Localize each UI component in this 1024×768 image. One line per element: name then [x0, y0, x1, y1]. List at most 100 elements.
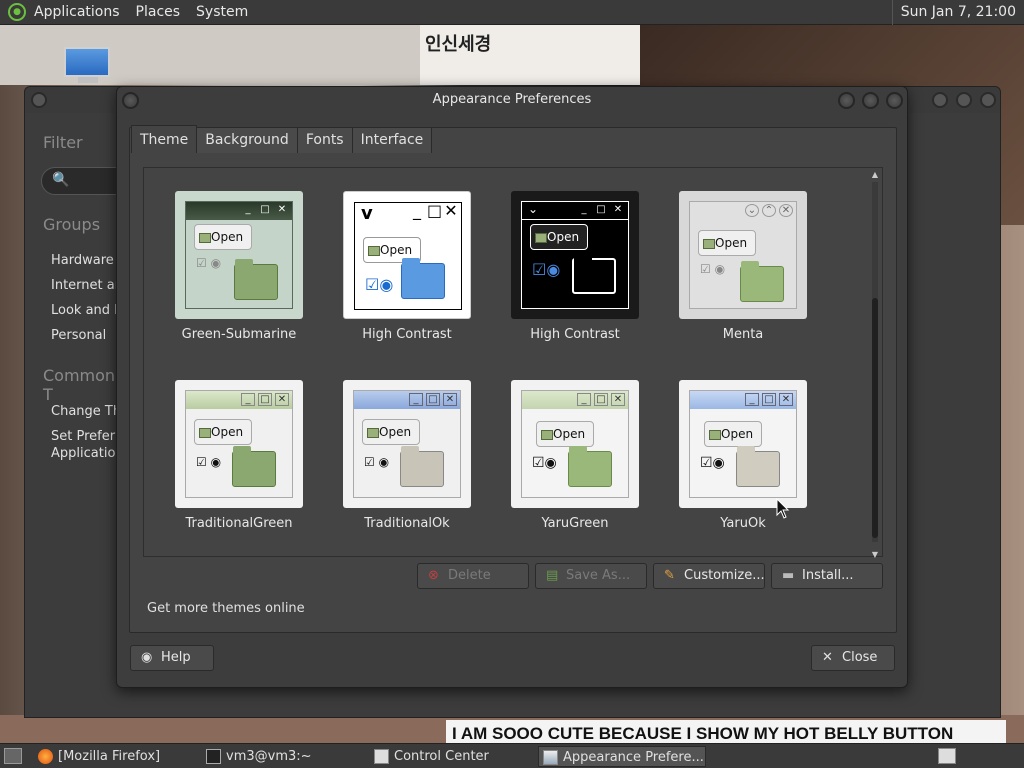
customize-icon: ✎ — [664, 568, 675, 583]
window-menu-button[interactable] — [31, 92, 47, 108]
scroll-down-arrow-icon[interactable]: ▼ — [870, 550, 880, 560]
taskbar-item-control-center[interactable]: Control Center — [370, 746, 534, 767]
theme-list[interactable]: _ □ ✕ Open ☑ ◉ Green-Submarine v _ □ ✕ Open … — [143, 167, 883, 559]
filter-search-input[interactable]: 🔍 — [41, 167, 121, 195]
tab-interface[interactable]: Interface — [351, 127, 433, 153]
taskbar-item-label: Control Center — [394, 749, 489, 764]
save-as-button[interactable]: ▤ Save As... — [535, 563, 647, 589]
dialog-title: Appearance Preferences — [432, 92, 592, 107]
filter-heading: Filter — [43, 133, 83, 152]
theme-item-high-contrast[interactable]: v _ □ ✕ Open ☑◉ High Contrast — [343, 191, 471, 342]
folder-icon — [572, 254, 616, 294]
theme-item-menta[interactable]: ⌄ ⌃ ✕ Open ☑ ◉ Menta — [679, 191, 807, 342]
groups-heading: Groups — [43, 215, 101, 234]
wallpaper-sign-text: I AM SOOO CUTE BECAUSE I SHOW MY HOT BEL… — [446, 720, 1006, 743]
theme-name: YaruGreen — [541, 516, 609, 531]
panel-clock[interactable]: Sun Jan 7, 21:00 — [891, 0, 1024, 25]
help-button[interactable]: ◉ Help — [130, 645, 214, 671]
common-tasks-heading: Common T — [43, 366, 116, 404]
customize-button[interactable]: ✎ Customize... — [653, 563, 765, 589]
folder-icon — [232, 446, 276, 487]
save-as-label: Save As... — [566, 568, 631, 583]
group-personal[interactable]: Personal — [51, 328, 106, 343]
taskbar-item-label: Appearance Prefere... — [563, 750, 704, 765]
dialog-titlebar[interactable]: Appearance Preferences — [117, 87, 907, 115]
wallpaper-korean-text: 인신세경 — [425, 34, 492, 55]
mate-logo-icon[interactable]: ● — [8, 3, 26, 21]
theme-item-yaru-green[interactable]: _ □ ✕ Open ☑◉ YaruGreen — [511, 380, 639, 531]
delete-icon: ⊗ — [428, 568, 439, 583]
scroll-up-arrow-icon[interactable]: ▲ — [870, 170, 880, 180]
taskbar-item-label: vm3@vm3:~ — [226, 749, 312, 764]
close-button[interactable]: ✕ Close — [811, 645, 895, 671]
firefox-icon — [38, 749, 53, 764]
customize-label: Customize... — [684, 568, 765, 583]
terminal-icon — [206, 749, 221, 764]
close-window-button[interactable] — [886, 92, 903, 109]
folder-icon — [740, 261, 784, 302]
preview-open-button: Open — [698, 230, 756, 256]
preview-open-button: Open — [536, 421, 594, 447]
menu-system[interactable]: System — [196, 4, 248, 20]
preview-open-button: Open — [704, 421, 762, 447]
workspace-switcher[interactable] — [938, 748, 956, 764]
folder-icon — [568, 446, 612, 487]
help-icon: ◉ — [141, 650, 153, 665]
tab-theme[interactable]: Theme — [131, 125, 198, 153]
theme-name: Menta — [722, 327, 764, 342]
install-label: Install... — [802, 568, 854, 583]
close-window-button[interactable] — [980, 92, 996, 108]
theme-name: TraditionalOk — [364, 516, 450, 531]
close-icon: ✕ — [822, 650, 833, 665]
theme-name: High Contrast — [362, 327, 452, 342]
theme-item-green-submarine[interactable]: _ □ ✕ Open ☑ ◉ Green-Submarine — [175, 191, 303, 342]
taskbar-item-label: [Mozilla Firefox] — [58, 749, 161, 764]
theme-item-traditional-ok[interactable]: _ □ ✕ Open ☑ ◉ TraditionalOk — [343, 380, 471, 531]
install-button[interactable]: ▬ Install... — [771, 563, 883, 589]
task-change-theme[interactable]: Change Th — [51, 404, 121, 419]
bottom-panel: [Mozilla Firefox] vm3@vm3:~ Control Cent… — [0, 743, 1024, 768]
taskbar-item-appearance[interactable]: Appearance Prefere... — [538, 746, 706, 767]
close-label: Close — [842, 650, 878, 665]
mouse-pointer-icon — [776, 498, 790, 519]
theme-list-scrollbar[interactable]: ▲ ▼ — [870, 170, 880, 559]
taskbar-item-firefox[interactable]: [Mozilla Firefox] — [34, 746, 198, 767]
tab-fonts[interactable]: Fonts — [296, 127, 353, 153]
theme-name: Green-Submarine — [181, 327, 297, 342]
preview-open-button: Open — [194, 224, 252, 250]
group-internet[interactable]: Internet an — [51, 278, 123, 293]
appearance-icon — [543, 750, 558, 765]
show-desktop-icon[interactable] — [4, 748, 22, 764]
theme-thumbnail: ⌄ ⌃ ✕ Open ☑ ◉ — [679, 191, 807, 319]
wallpaper-region — [0, 25, 420, 85]
menu-places[interactable]: Places — [136, 4, 181, 20]
control-center-icon — [374, 749, 389, 764]
maximize-button[interactable] — [862, 92, 879, 109]
minimize-button[interactable] — [838, 92, 855, 109]
folder-icon — [736, 446, 780, 487]
taskbar-item-terminal[interactable]: vm3@vm3:~ — [202, 746, 366, 767]
theme-name: TraditionalGreen — [185, 516, 293, 531]
window-menu-button[interactable] — [122, 92, 139, 109]
maximize-button[interactable] — [956, 92, 972, 108]
minimize-button[interactable] — [932, 92, 948, 108]
save-icon: ▤ — [546, 568, 559, 583]
delete-button[interactable]: ⊗ Delete — [417, 563, 529, 589]
computer-desktop-icon[interactable] — [64, 47, 112, 85]
scrollbar-thumb[interactable] — [872, 298, 878, 538]
get-more-themes-link[interactable]: Get more themes online — [147, 601, 305, 616]
theme-item-high-contrast-inverse[interactable]: ⌄ _ □ ✕ Open ☑◉ High Contrast — [511, 191, 639, 342]
folder-icon — [234, 259, 278, 300]
tab-background[interactable]: Background — [196, 127, 298, 153]
theme-thumbnail: _ □ ✕ Open ☑ ◉ — [175, 380, 303, 508]
theme-item-traditional-green[interactable]: _ □ ✕ Open ☑ ◉ TraditionalGreen — [175, 380, 303, 531]
group-look-and-feel[interactable]: Look and F — [51, 303, 122, 318]
theme-thumbnail: _ □ ✕ Open ☑ ◉ — [175, 191, 303, 319]
theme-thumbnail: _ □ ✕ Open ☑◉ — [679, 380, 807, 508]
tab-bar: Theme Background Fonts Interface — [131, 125, 433, 153]
group-hardware[interactable]: Hardware — [51, 253, 114, 268]
task-applications[interactable]: Application — [51, 446, 124, 461]
preview-open-button: Open — [194, 419, 252, 445]
folder-icon — [401, 258, 445, 299]
menu-applications[interactable]: Applications — [34, 4, 120, 20]
